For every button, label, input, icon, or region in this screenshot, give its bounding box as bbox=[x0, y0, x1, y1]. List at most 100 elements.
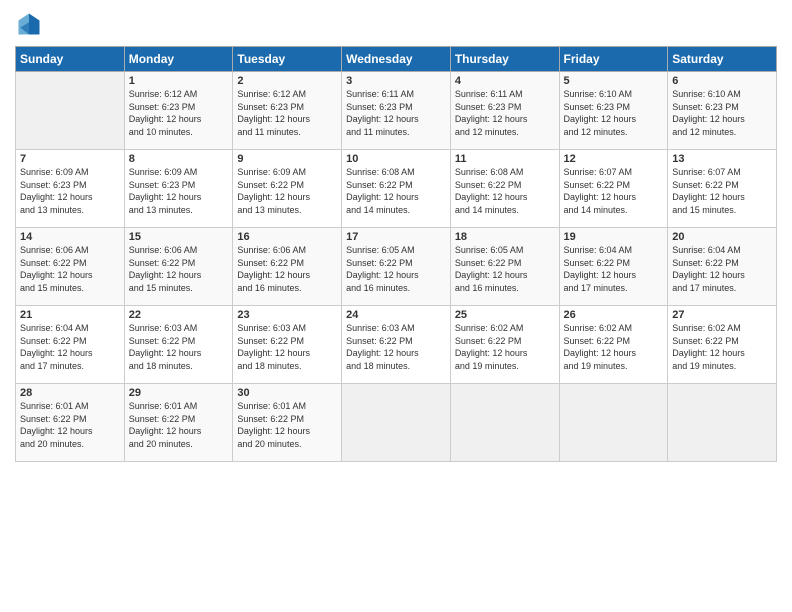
header-cell-saturday: Saturday bbox=[668, 47, 777, 72]
day-info: Sunrise: 6:08 AM Sunset: 6:22 PM Dayligh… bbox=[455, 166, 555, 216]
day-info: Sunrise: 6:04 AM Sunset: 6:22 PM Dayligh… bbox=[564, 244, 664, 294]
page: SundayMondayTuesdayWednesdayThursdayFrid… bbox=[0, 0, 792, 612]
day-number: 27 bbox=[672, 309, 772, 321]
day-info: Sunrise: 6:02 AM Sunset: 6:22 PM Dayligh… bbox=[672, 322, 772, 372]
day-info: Sunrise: 6:07 AM Sunset: 6:22 PM Dayligh… bbox=[672, 166, 772, 216]
day-number: 15 bbox=[129, 231, 229, 243]
day-number: 10 bbox=[346, 153, 446, 165]
day-cell: 29Sunrise: 6:01 AM Sunset: 6:22 PM Dayli… bbox=[124, 384, 233, 462]
day-info: Sunrise: 6:01 AM Sunset: 6:22 PM Dayligh… bbox=[129, 400, 229, 450]
day-cell: 2Sunrise: 6:12 AM Sunset: 6:23 PM Daylig… bbox=[233, 72, 342, 150]
day-number: 2 bbox=[237, 75, 337, 87]
day-info: Sunrise: 6:10 AM Sunset: 6:23 PM Dayligh… bbox=[564, 88, 664, 138]
day-info: Sunrise: 6:06 AM Sunset: 6:22 PM Dayligh… bbox=[237, 244, 337, 294]
day-number: 14 bbox=[20, 231, 120, 243]
day-cell: 12Sunrise: 6:07 AM Sunset: 6:22 PM Dayli… bbox=[559, 150, 668, 228]
day-info: Sunrise: 6:02 AM Sunset: 6:22 PM Dayligh… bbox=[455, 322, 555, 372]
calendar-header: SundayMondayTuesdayWednesdayThursdayFrid… bbox=[16, 47, 777, 72]
day-info: Sunrise: 6:07 AM Sunset: 6:22 PM Dayligh… bbox=[564, 166, 664, 216]
day-cell: 30Sunrise: 6:01 AM Sunset: 6:22 PM Dayli… bbox=[233, 384, 342, 462]
header-row: SundayMondayTuesdayWednesdayThursdayFrid… bbox=[16, 47, 777, 72]
day-info: Sunrise: 6:10 AM Sunset: 6:23 PM Dayligh… bbox=[672, 88, 772, 138]
day-number: 8 bbox=[129, 153, 229, 165]
week-row-3: 21Sunrise: 6:04 AM Sunset: 6:22 PM Dayli… bbox=[16, 306, 777, 384]
day-number: 12 bbox=[564, 153, 664, 165]
logo bbox=[15, 10, 47, 38]
day-info: Sunrise: 6:01 AM Sunset: 6:22 PM Dayligh… bbox=[20, 400, 120, 450]
day-cell: 11Sunrise: 6:08 AM Sunset: 6:22 PM Dayli… bbox=[450, 150, 559, 228]
day-info: Sunrise: 6:09 AM Sunset: 6:22 PM Dayligh… bbox=[237, 166, 337, 216]
day-cell: 16Sunrise: 6:06 AM Sunset: 6:22 PM Dayli… bbox=[233, 228, 342, 306]
day-cell: 26Sunrise: 6:02 AM Sunset: 6:22 PM Dayli… bbox=[559, 306, 668, 384]
day-cell: 10Sunrise: 6:08 AM Sunset: 6:22 PM Dayli… bbox=[342, 150, 451, 228]
day-number: 7 bbox=[20, 153, 120, 165]
day-cell bbox=[559, 384, 668, 462]
day-info: Sunrise: 6:02 AM Sunset: 6:22 PM Dayligh… bbox=[564, 322, 664, 372]
header-cell-sunday: Sunday bbox=[16, 47, 125, 72]
logo-icon bbox=[15, 10, 43, 38]
day-info: Sunrise: 6:12 AM Sunset: 6:23 PM Dayligh… bbox=[129, 88, 229, 138]
week-row-4: 28Sunrise: 6:01 AM Sunset: 6:22 PM Dayli… bbox=[16, 384, 777, 462]
day-info: Sunrise: 6:11 AM Sunset: 6:23 PM Dayligh… bbox=[346, 88, 446, 138]
day-cell: 13Sunrise: 6:07 AM Sunset: 6:22 PM Dayli… bbox=[668, 150, 777, 228]
day-cell: 4Sunrise: 6:11 AM Sunset: 6:23 PM Daylig… bbox=[450, 72, 559, 150]
day-cell: 9Sunrise: 6:09 AM Sunset: 6:22 PM Daylig… bbox=[233, 150, 342, 228]
day-cell: 6Sunrise: 6:10 AM Sunset: 6:23 PM Daylig… bbox=[668, 72, 777, 150]
day-info: Sunrise: 6:08 AM Sunset: 6:22 PM Dayligh… bbox=[346, 166, 446, 216]
day-cell bbox=[668, 384, 777, 462]
day-number: 19 bbox=[564, 231, 664, 243]
calendar-table: SundayMondayTuesdayWednesdayThursdayFrid… bbox=[15, 46, 777, 462]
header bbox=[15, 10, 777, 38]
day-number: 17 bbox=[346, 231, 446, 243]
day-number: 24 bbox=[346, 309, 446, 321]
day-info: Sunrise: 6:09 AM Sunset: 6:23 PM Dayligh… bbox=[129, 166, 229, 216]
day-number: 13 bbox=[672, 153, 772, 165]
day-number: 1 bbox=[129, 75, 229, 87]
day-number: 18 bbox=[455, 231, 555, 243]
day-cell: 23Sunrise: 6:03 AM Sunset: 6:22 PM Dayli… bbox=[233, 306, 342, 384]
day-cell bbox=[450, 384, 559, 462]
day-info: Sunrise: 6:03 AM Sunset: 6:22 PM Dayligh… bbox=[346, 322, 446, 372]
day-number: 28 bbox=[20, 387, 120, 399]
day-cell: 14Sunrise: 6:06 AM Sunset: 6:22 PM Dayli… bbox=[16, 228, 125, 306]
day-cell: 18Sunrise: 6:05 AM Sunset: 6:22 PM Dayli… bbox=[450, 228, 559, 306]
day-info: Sunrise: 6:09 AM Sunset: 6:23 PM Dayligh… bbox=[20, 166, 120, 216]
day-info: Sunrise: 6:06 AM Sunset: 6:22 PM Dayligh… bbox=[129, 244, 229, 294]
day-cell bbox=[342, 384, 451, 462]
day-cell: 5Sunrise: 6:10 AM Sunset: 6:23 PM Daylig… bbox=[559, 72, 668, 150]
week-row-2: 14Sunrise: 6:06 AM Sunset: 6:22 PM Dayli… bbox=[16, 228, 777, 306]
day-cell: 8Sunrise: 6:09 AM Sunset: 6:23 PM Daylig… bbox=[124, 150, 233, 228]
header-cell-thursday: Thursday bbox=[450, 47, 559, 72]
calendar-body: 1Sunrise: 6:12 AM Sunset: 6:23 PM Daylig… bbox=[16, 72, 777, 462]
day-cell: 3Sunrise: 6:11 AM Sunset: 6:23 PM Daylig… bbox=[342, 72, 451, 150]
day-info: Sunrise: 6:05 AM Sunset: 6:22 PM Dayligh… bbox=[346, 244, 446, 294]
day-info: Sunrise: 6:04 AM Sunset: 6:22 PM Dayligh… bbox=[672, 244, 772, 294]
day-number: 23 bbox=[237, 309, 337, 321]
day-info: Sunrise: 6:03 AM Sunset: 6:22 PM Dayligh… bbox=[237, 322, 337, 372]
day-info: Sunrise: 6:04 AM Sunset: 6:22 PM Dayligh… bbox=[20, 322, 120, 372]
day-info: Sunrise: 6:06 AM Sunset: 6:22 PM Dayligh… bbox=[20, 244, 120, 294]
day-info: Sunrise: 6:01 AM Sunset: 6:22 PM Dayligh… bbox=[237, 400, 337, 450]
day-cell: 25Sunrise: 6:02 AM Sunset: 6:22 PM Dayli… bbox=[450, 306, 559, 384]
day-cell: 1Sunrise: 6:12 AM Sunset: 6:23 PM Daylig… bbox=[124, 72, 233, 150]
header-cell-monday: Monday bbox=[124, 47, 233, 72]
day-number: 4 bbox=[455, 75, 555, 87]
day-cell: 28Sunrise: 6:01 AM Sunset: 6:22 PM Dayli… bbox=[16, 384, 125, 462]
day-info: Sunrise: 6:03 AM Sunset: 6:22 PM Dayligh… bbox=[129, 322, 229, 372]
day-info: Sunrise: 6:12 AM Sunset: 6:23 PM Dayligh… bbox=[237, 88, 337, 138]
day-number: 26 bbox=[564, 309, 664, 321]
day-cell: 24Sunrise: 6:03 AM Sunset: 6:22 PM Dayli… bbox=[342, 306, 451, 384]
header-cell-friday: Friday bbox=[559, 47, 668, 72]
header-cell-wednesday: Wednesday bbox=[342, 47, 451, 72]
day-number: 25 bbox=[455, 309, 555, 321]
week-row-0: 1Sunrise: 6:12 AM Sunset: 6:23 PM Daylig… bbox=[16, 72, 777, 150]
day-cell: 20Sunrise: 6:04 AM Sunset: 6:22 PM Dayli… bbox=[668, 228, 777, 306]
header-cell-tuesday: Tuesday bbox=[233, 47, 342, 72]
day-number: 29 bbox=[129, 387, 229, 399]
day-cell: 17Sunrise: 6:05 AM Sunset: 6:22 PM Dayli… bbox=[342, 228, 451, 306]
day-number: 21 bbox=[20, 309, 120, 321]
day-number: 30 bbox=[237, 387, 337, 399]
day-cell: 15Sunrise: 6:06 AM Sunset: 6:22 PM Dayli… bbox=[124, 228, 233, 306]
day-cell: 27Sunrise: 6:02 AM Sunset: 6:22 PM Dayli… bbox=[668, 306, 777, 384]
day-cell: 7Sunrise: 6:09 AM Sunset: 6:23 PM Daylig… bbox=[16, 150, 125, 228]
